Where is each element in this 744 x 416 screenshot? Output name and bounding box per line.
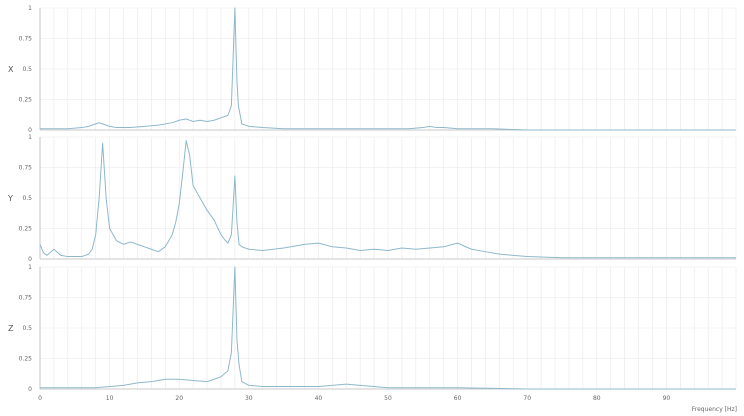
spectrum-chart: 0 0.25 0.5 0.75 1 X 0 0.25 0.5 0.75 1 Y 0 0.25 0.5 0.75… bbox=[7, 5, 737, 413]
y-tick-label: 0.5 bbox=[22, 325, 32, 332]
panels-group: 0 0.25 0.5 0.75 1 X 0 0.25 0.5 0.75 1 Y 0 0.25 0.5 0.75… bbox=[7, 5, 737, 393]
y-tick-label: 0.25 bbox=[19, 97, 33, 104]
y-axis-label: Z bbox=[8, 324, 14, 333]
x-tick-label: 80 bbox=[593, 395, 601, 402]
y-axis-label: Y bbox=[7, 194, 13, 203]
panel-y: 0 0.25 0.5 0.75 1 Y bbox=[7, 134, 737, 263]
y-tick-label: 0.75 bbox=[19, 36, 33, 43]
x-tick-label: 10 bbox=[106, 395, 114, 402]
y-tick-label: 0.25 bbox=[19, 356, 33, 363]
panel-z: 0 0.25 0.5 0.75 1 Z bbox=[8, 264, 737, 393]
y-tick-label: 0.25 bbox=[19, 226, 33, 233]
y-tick-label: 0 bbox=[28, 386, 32, 393]
x-tick-labels: 0 10 20 30 40 50 60 70 80 90 bbox=[38, 395, 670, 402]
y-tick-label: 0 bbox=[28, 256, 32, 263]
x-tick-label: 70 bbox=[523, 395, 531, 402]
y-tick-label: 0.75 bbox=[19, 295, 33, 302]
x-tick-label: 50 bbox=[384, 395, 392, 402]
y-tick-label: 0 bbox=[28, 127, 32, 134]
y-tick-label: 0.75 bbox=[19, 165, 33, 172]
x-tick-label: 30 bbox=[245, 395, 253, 402]
x-tick-label: 20 bbox=[175, 395, 183, 402]
y-tick-label: 1 bbox=[28, 5, 32, 12]
x-tick-label: 90 bbox=[663, 395, 671, 402]
panel-x: 0 0.25 0.5 0.75 1 X bbox=[8, 5, 737, 134]
y-axis-label: X bbox=[8, 65, 14, 74]
x-axis-label: Frequency [Hz] bbox=[692, 406, 737, 413]
x-tick-label: 0 bbox=[38, 395, 42, 402]
y-tick-label: 1 bbox=[28, 264, 32, 271]
y-tick-label: 0.5 bbox=[22, 195, 32, 202]
y-tick-label: 0.5 bbox=[22, 66, 32, 73]
x-tick-label: 60 bbox=[454, 395, 462, 402]
y-tick-label: 1 bbox=[28, 134, 32, 141]
x-tick-label: 40 bbox=[315, 395, 323, 402]
